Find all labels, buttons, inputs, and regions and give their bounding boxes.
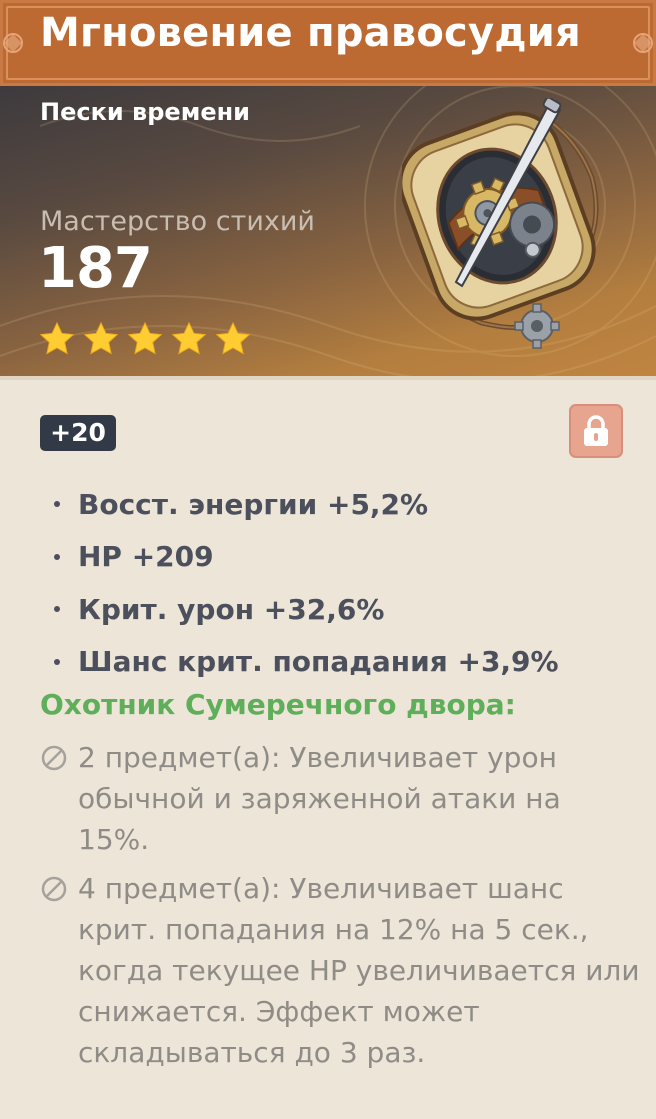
substat-list: Восст. энергии +5,2% HP +209 Крит. урон … (46, 478, 646, 688)
substat-item: HP +209 (46, 531, 646, 584)
substat-text: Крит. урон +32,6% (78, 592, 385, 626)
substat-text: HP +209 (78, 540, 214, 574)
bullet-icon (54, 553, 60, 560)
set-effect-2pc: 2 предмет(а): Увеличивает урон обычной и… (40, 737, 640, 860)
artifact-image (402, 98, 599, 349)
title-bar: Мгновение правосудия (0, 0, 656, 86)
header-divider (0, 376, 656, 380)
substat-text: Восст. энергии +5,2% (78, 487, 429, 521)
level-badge: +20 (40, 415, 116, 451)
star-icon (39, 321, 75, 355)
artifact-title: Мгновение правосудия (40, 10, 581, 56)
inactive-effect-icon (41, 745, 67, 771)
set-effect-4pc: 4 предмет(а): Увеличивает шанс крит. поп… (40, 868, 640, 1073)
lock-button[interactable] (569, 404, 623, 458)
set-effect-text: 2 предмет(а): Увеличивает урон обычной и… (78, 741, 561, 856)
set-name: Охотник Сумеречного двора: (40, 688, 516, 721)
main-stat-value: 187 (38, 236, 153, 301)
title-ornament-right-icon (633, 33, 653, 53)
artifact-card: Мгновение правосудия Пески времени Масте… (0, 0, 656, 1119)
star-icon (127, 321, 163, 355)
bullet-icon (54, 501, 60, 508)
bullet-icon (54, 658, 60, 665)
inactive-effect-icon (41, 876, 67, 902)
title-ornament-left-icon (3, 33, 23, 53)
main-stat-name: Мастерство стихий (40, 206, 315, 237)
substat-item: Восст. энергии +5,2% (46, 478, 646, 531)
substat-item: Крит. урон +32,6% (46, 583, 646, 636)
bullet-icon (54, 606, 60, 613)
star-icon (83, 321, 119, 355)
star-icon (171, 321, 207, 355)
rarity-stars (38, 320, 252, 358)
substat-text: Шанс крит. попадания +3,9% (78, 645, 559, 679)
lock-icon (584, 415, 608, 446)
artifact-slot-type: Пески времени (40, 98, 250, 126)
star-icon (215, 321, 251, 355)
substat-item: Шанс крит. попадания +3,9% (46, 636, 646, 689)
set-effect-text: 4 предмет(а): Увеличивает шанс крит. поп… (78, 872, 640, 1069)
